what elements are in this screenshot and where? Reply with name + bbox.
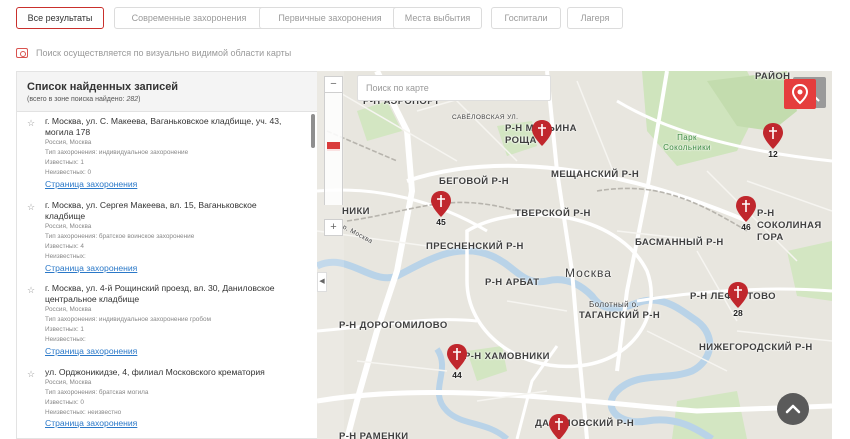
map-label-niki: НИКИ xyxy=(342,206,370,217)
favorite-star-icon[interactable]: ☆ xyxy=(27,202,35,213)
results-scrollbar[interactable] xyxy=(311,114,315,148)
record-country: Россия, Москва xyxy=(45,379,92,386)
burial-page-link[interactable]: Страница захоронения xyxy=(45,346,137,356)
zoom-level-step[interactable] xyxy=(324,149,343,163)
burial-page-link[interactable]: Страница захоронения xyxy=(45,263,137,273)
burial-marker[interactable] xyxy=(532,120,552,158)
record-address: ул. Орджоникидзе, 4, филиал Московского … xyxy=(45,367,265,377)
results-panel: Список найденных записей (всего в зоне п… xyxy=(16,71,317,439)
favorite-star-icon[interactable]: ☆ xyxy=(27,118,35,129)
marker-count: 44 xyxy=(452,370,462,380)
zoom-in-button[interactable]: + xyxy=(324,219,343,236)
burial-pin-icon xyxy=(736,196,756,222)
burial-pin-icon xyxy=(431,191,451,217)
results-count-value: 282 xyxy=(126,96,139,103)
tab-departure-places[interactable]: Места выбытия xyxy=(393,7,482,29)
map-label-ramenki: Р-Н РАМЕНКИ xyxy=(339,431,409,439)
record-unknown: Неизвестных: 0 xyxy=(45,169,92,176)
marker-count: 46 xyxy=(741,222,751,232)
app-root: Все результаты Современные захоронения П… xyxy=(0,0,850,439)
burial-page-link[interactable]: Страница захоронения xyxy=(45,179,137,189)
map-label-tverskoy: ТВЕРСКОЙ Р-Н xyxy=(515,208,591,219)
record-unknown: Неизвестных: xyxy=(45,336,86,343)
map-label-nizhegorodsky: НИЖЕГОРОДСКИЙ Р-Н xyxy=(699,342,813,353)
map-label-sokolina-gora: Р-Н СОКОЛИНАЯ ГОРА xyxy=(757,208,822,243)
tab-hospitals[interactable]: Госпитали xyxy=(491,7,561,29)
record-address: г. Москва, ул. Сергея Макеева, вл. 15, В… xyxy=(45,200,257,221)
record-known: Известных: 0 xyxy=(45,399,84,406)
burial-marker[interactable]: 44 xyxy=(447,344,467,382)
burial-marker[interactable]: 28 xyxy=(728,282,748,320)
record-type: Тип захоронения: индивидуальное захороне… xyxy=(45,149,189,156)
record-country: Россия, Москва xyxy=(45,223,92,230)
map-label-moskva: Москва xyxy=(565,266,612,280)
burial-marker[interactable] xyxy=(549,414,569,439)
marker-count: 28 xyxy=(733,308,743,318)
search-area-notice: Поиск осуществляется по визуально видимо… xyxy=(16,46,291,60)
zoom-level-step[interactable] xyxy=(324,93,343,107)
burial-marker[interactable]: 46 xyxy=(736,196,756,234)
favorite-star-icon[interactable]: ☆ xyxy=(27,285,35,296)
marker-count: 45 xyxy=(436,217,446,227)
results-panel-title: Список найденных записей xyxy=(27,81,179,93)
map-area-icon xyxy=(16,48,28,58)
map-label-savelovskaya: САВЁЛОВСКАЯ УЛ. xyxy=(452,114,519,121)
map-label-bolotny: Болотный о. xyxy=(589,300,640,309)
map-label-dorogomilovo: Р-Н ДОРОГОМИЛОВО xyxy=(339,320,448,331)
zoom-level-step[interactable] xyxy=(324,177,343,191)
zoom-level-step[interactable] xyxy=(324,191,343,205)
record-known: Известных: 1 xyxy=(45,326,84,333)
map-label-park-sokolniki: Парк Сокольники xyxy=(663,133,711,152)
map-label-khamovniki: Р-Н ХАМОВНИКИ xyxy=(464,351,550,362)
map-search-input[interactable]: Поиск по карте xyxy=(357,75,551,101)
burial-page-link[interactable]: Страница захоронения xyxy=(45,418,137,428)
map-label-begovoy: БЕГОВОЙ Р-Н xyxy=(439,176,510,187)
tab-camps[interactable]: Лагеря xyxy=(567,7,623,29)
record-known: Известных: 4 xyxy=(45,243,84,250)
map-label-presnensky: ПРЕСНЕНСКИЙ Р-Н xyxy=(426,241,524,252)
chevron-left-icon: ◀ xyxy=(319,278,325,285)
zoom-out-button[interactable]: − xyxy=(324,76,343,93)
zoom-level-step[interactable] xyxy=(324,163,343,177)
record-unknown: Неизвестных: xyxy=(45,253,86,260)
tab-modern-burials[interactable]: Современные захоронения xyxy=(114,7,264,29)
record-known: Известных: 1 xyxy=(45,159,84,166)
map-view[interactable]: Р-Н АЭРОПОРТ РАЙОН САВЁЛОВСКАЯ УЛ. Р-Н М… xyxy=(317,71,832,439)
show-location-button[interactable] xyxy=(784,79,816,109)
record-unknown: Неизвестных: неизвестно xyxy=(45,409,122,416)
map-label-tagansky: ТАГАНСКИЙ Р-Н xyxy=(579,310,661,321)
burial-pin-icon xyxy=(549,414,569,439)
tab-primary-burials[interactable]: Первичные захоронения xyxy=(259,7,401,29)
record-type: Тип захоронения: братская могила xyxy=(45,389,149,396)
map-label-arbat: Р-Н АРБАТ xyxy=(485,277,540,288)
zoom-level-step[interactable] xyxy=(324,107,343,121)
record-address: г. Москва, ул. С. Макеева, Ваганьковское… xyxy=(45,116,282,137)
burial-pin-icon xyxy=(763,123,783,149)
tab-all-results[interactable]: Все результаты xyxy=(16,7,104,29)
burial-pin-icon xyxy=(728,282,748,308)
record-address: г. Москва, ул. 4-й Рощинский проезд, вл.… xyxy=(45,283,275,304)
map-label-meshchansky: МЕЩАНСКИЙ Р-Н xyxy=(551,169,640,180)
zoom-level-step[interactable] xyxy=(324,121,343,135)
results-panel-header: Список найденных записей (всего в зоне п… xyxy=(17,72,317,112)
notice-text: Поиск осуществляется по визуально видимо… xyxy=(36,48,292,58)
burial-pin-icon xyxy=(447,344,467,370)
record-type: Тип захоронения: братское воинское захор… xyxy=(45,233,195,240)
record-country: Россия, Москва xyxy=(45,139,92,146)
map-label-basmanny: БАСМАННЫЙ Р-Н xyxy=(635,237,724,248)
results-count: (всего в зоне поиска найдено: 282) xyxy=(27,96,141,103)
collapse-panel-button[interactable]: ◀ xyxy=(317,272,327,292)
marker-count: 12 xyxy=(768,149,778,159)
burial-marker[interactable]: 45 xyxy=(431,191,451,229)
record-country: Россия, Москва xyxy=(45,306,92,313)
favorite-star-icon[interactable]: ☆ xyxy=(27,369,35,380)
burial-marker[interactable]: 12 xyxy=(763,123,783,161)
location-pin-icon xyxy=(791,83,809,105)
chevron-up-icon xyxy=(785,404,801,414)
record-type: Тип захоронения: индивидуальное захороне… xyxy=(45,316,211,323)
burial-pin-icon xyxy=(532,120,552,146)
scroll-top-button[interactable] xyxy=(777,393,809,425)
